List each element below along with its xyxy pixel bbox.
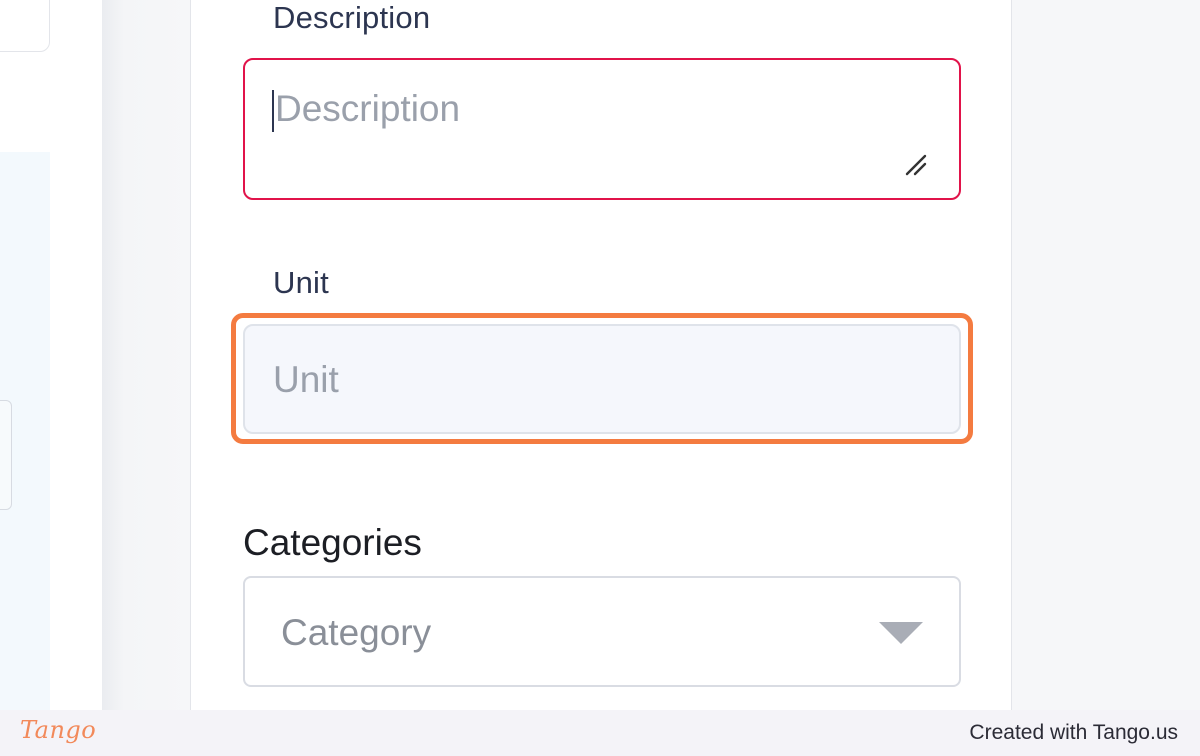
description-textarea[interactable]: Description xyxy=(243,58,961,200)
resize-handle-icon[interactable] xyxy=(903,152,929,178)
background-right-pane xyxy=(1012,0,1200,710)
unit-input[interactable]: Unit xyxy=(243,324,961,434)
background-handle xyxy=(0,400,12,510)
category-placeholder: Category xyxy=(281,612,432,653)
description-label: Description xyxy=(273,0,431,35)
footer-bar: Tango Created with Tango.us xyxy=(0,710,1200,756)
background-card xyxy=(0,0,50,52)
modal-gutter xyxy=(102,0,190,710)
form-panel: Description Description Unit Unit Catego… xyxy=(190,0,1012,710)
unit-label: Unit xyxy=(273,265,329,300)
category-select[interactable]: Category xyxy=(243,576,961,687)
text-caret xyxy=(272,90,274,132)
chevron-down-icon[interactable] xyxy=(879,622,923,644)
footer-credit: Created with Tango.us xyxy=(969,721,1178,744)
unit-placeholder: Unit xyxy=(273,359,339,400)
description-placeholder: Description xyxy=(275,88,461,129)
tango-logo: Tango xyxy=(20,716,97,744)
categories-label: Categories xyxy=(243,522,422,563)
background-left-pane xyxy=(0,0,102,710)
